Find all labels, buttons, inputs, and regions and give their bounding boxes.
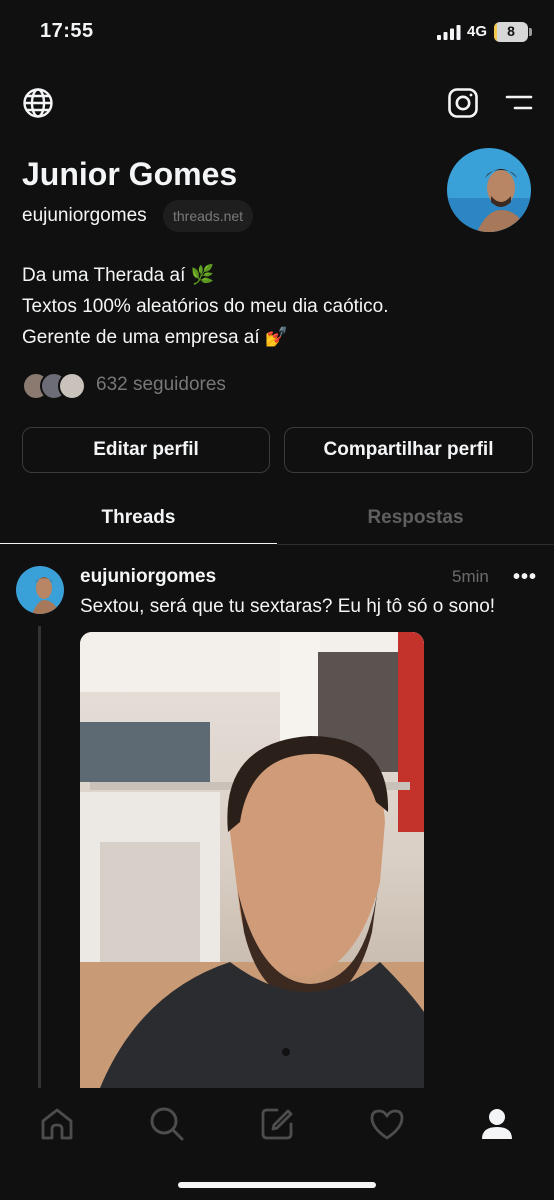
domain-badge[interactable]: threads.net (163, 200, 254, 232)
tab-threads[interactable]: Threads (0, 507, 277, 529)
follower-avatar (58, 372, 86, 400)
thread-line (38, 626, 41, 1088)
tab-divider (277, 544, 554, 545)
active-tab-indicator (0, 543, 277, 544)
globe-icon[interactable] (22, 87, 54, 119)
edit-profile-button[interactable]: Editar perfil (22, 427, 270, 473)
more-options-icon[interactable]: ••• (513, 566, 537, 589)
battery-level: 8 (507, 23, 515, 39)
bio-line: Da uma Therada aí 🌿 (22, 265, 215, 286)
profile-name: Junior Gomes (22, 156, 238, 192)
signal-icon (437, 25, 461, 40)
post-text: Sextou, será que tu sextaras? Eu hj tô s… (80, 596, 496, 617)
post-image[interactable] (80, 632, 424, 1088)
network-label: 4G (467, 23, 488, 40)
profile-icon[interactable] (477, 1104, 517, 1144)
post-time: 5min (452, 567, 489, 586)
search-icon[interactable] (147, 1104, 187, 1144)
post-username[interactable]: eujuniorgomes (80, 566, 216, 588)
menu-icon[interactable] (505, 92, 533, 114)
post-avatar[interactable] (16, 566, 64, 614)
profile-avatar[interactable] (447, 148, 531, 232)
heart-icon[interactable] (367, 1104, 407, 1144)
bio-line: Gerente de uma empresa aí 💅 (22, 327, 289, 348)
profile-handle: eujuniorgomes (22, 205, 147, 226)
home-icon[interactable] (37, 1104, 77, 1144)
status-time: 17:55 (40, 20, 94, 42)
profile-bio: Da uma Therada aí 🌿 Textos 100% aleatóri… (22, 260, 389, 353)
followers-count[interactable]: 632 seguidores (96, 374, 226, 396)
tab-replies[interactable]: Respostas (277, 507, 554, 529)
battery-cap (529, 28, 532, 36)
battery-icon: 8 (494, 22, 528, 42)
instagram-icon[interactable] (447, 87, 479, 119)
share-profile-button[interactable]: Compartilhar perfil (284, 427, 533, 473)
home-indicator (178, 1182, 376, 1188)
bio-line: Textos 100% aleatórios do meu dia caótic… (22, 296, 389, 317)
follower-avatars[interactable] (22, 372, 86, 400)
compose-icon[interactable] (257, 1104, 297, 1144)
